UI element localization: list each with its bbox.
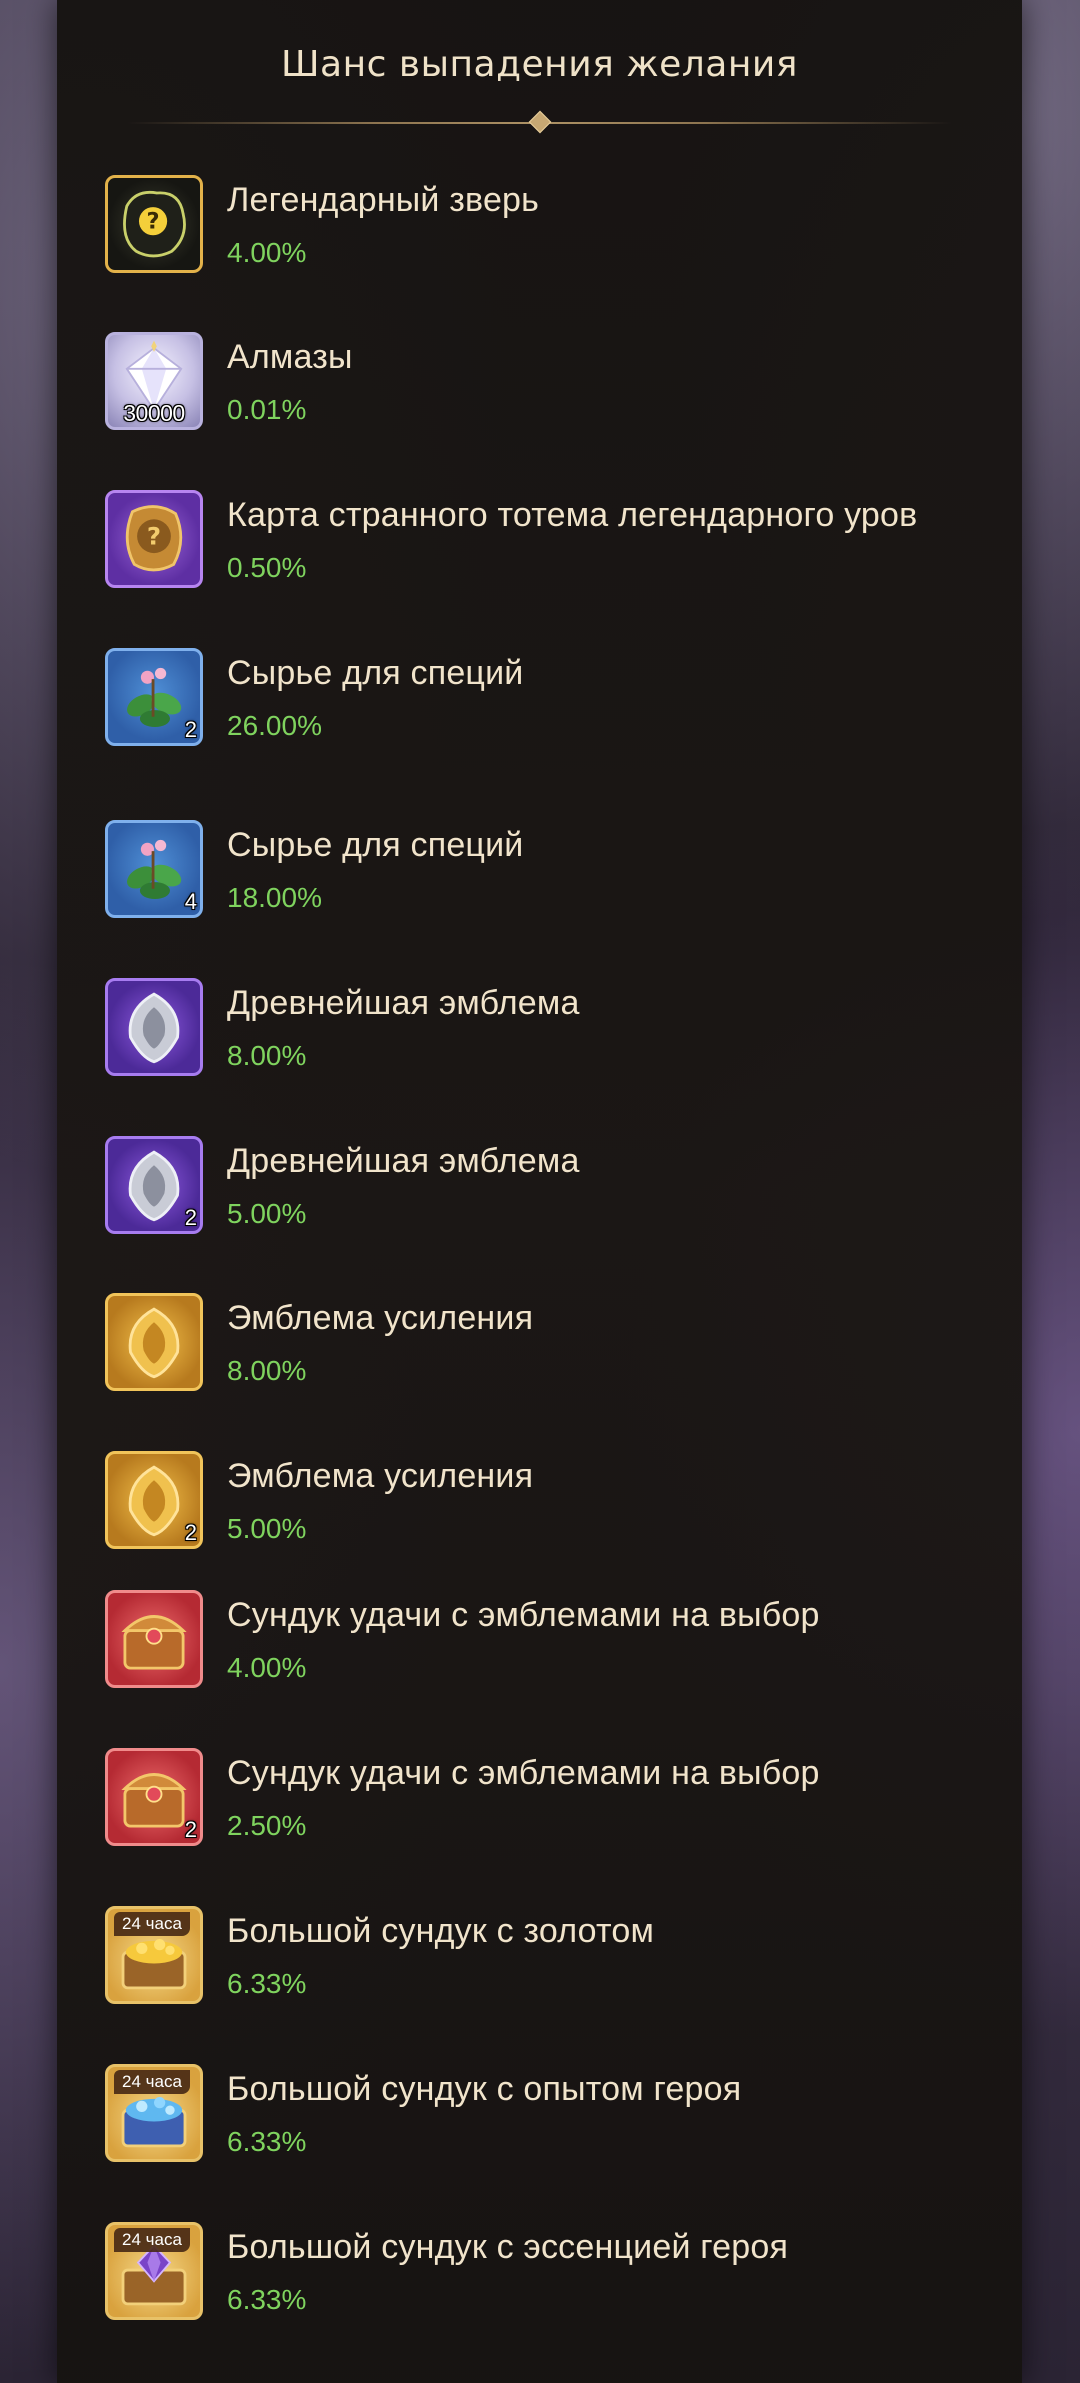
item-chance: 8.00% [227, 1040, 307, 1071]
item-chance: 5.00% [227, 1513, 307, 1544]
list-item[interactable]: ? Карта странного тотема легендарного ур… [105, 490, 1005, 600]
boost-emblem-icon [105, 1293, 203, 1391]
timer-badge: 24 часа [114, 2070, 190, 2094]
item-chance: 8.00% [227, 1355, 307, 1386]
item-chance: 2.50% [227, 1810, 307, 1841]
ancient-emblem-icon [105, 978, 203, 1076]
item-name: Большой сундук с опытом героя [227, 2070, 742, 2108]
hero-essence-chest-icon: 24 часа [105, 2222, 203, 2320]
item-name: Сырье для специй [227, 654, 524, 692]
item-chance: 6.33% [227, 1968, 307, 1999]
item-chance: 26.00% [227, 710, 322, 741]
gold-chest-icon: 24 часа [105, 1906, 203, 2004]
divider-ornament [528, 110, 552, 134]
list-item[interactable]: 2 Древнейшая эмблема 5.00% [105, 1136, 1005, 1246]
list-item[interactable]: 30000 Алмазы 0.01% [105, 332, 1005, 442]
list-item[interactable]: Сундук удачи с эмблемами на выбор 4.00% [105, 1590, 1005, 1700]
item-chance: 5.00% [227, 1198, 307, 1229]
boost-emblem-icon: 2 [105, 1451, 203, 1549]
luck-chest-icon: 2 [105, 1748, 203, 1846]
item-chance: 4.00% [227, 237, 307, 268]
item-name: Карта странного тотема легендарного уров [227, 496, 918, 534]
luck-chest-icon [105, 1590, 203, 1688]
item-name: Древнейшая эмблема [227, 1142, 580, 1180]
item-count: 2 [184, 717, 197, 742]
list-item[interactable]: 24 часа Большой сундук с эссенцией героя… [105, 2222, 1005, 2332]
item-count: 30000 [123, 400, 185, 426]
item-chance: 0.50% [227, 552, 307, 583]
timer-badge: 24 часа [114, 2228, 190, 2252]
mystery-beast-icon: ? [105, 175, 203, 273]
totem-card-icon: ? [105, 490, 203, 588]
panel-title: Шанс выпадения желания [281, 44, 798, 85]
list-item[interactable]: Древнейшая эмблема 8.00% [105, 978, 1005, 1088]
list-item[interactable]: Эмблема усиления 8.00% [105, 1293, 1005, 1403]
item-chance: 0.01% [227, 394, 307, 425]
item-name: Большой сундук с золотом [227, 1912, 655, 1950]
item-name: Древнейшая эмблема [227, 984, 580, 1022]
hero-exp-chest-icon: 24 часа [105, 2064, 203, 2162]
item-count: 2 [184, 1520, 197, 1545]
list-item[interactable]: 2 Эмблема усиления 5.00% [105, 1451, 1005, 1561]
list-item[interactable]: 24 часа Большой сундук с опытом героя 6.… [105, 2064, 1005, 2174]
timer-badge: 24 часа [114, 1912, 190, 1936]
diamond-icon: 30000 [105, 332, 203, 430]
list-item[interactable]: 4 Сырье для специй 18.00% [105, 820, 1005, 930]
item-chance: 6.33% [227, 2284, 307, 2315]
item-name: Сундук удачи с эмблемами на выбор [227, 1754, 820, 1792]
item-name: Большой сундук с эссенцией героя [227, 2228, 789, 2266]
svg-text:?: ? [147, 522, 161, 551]
list-item[interactable]: 24 часа Большой сундук с золотом 6.33% [105, 1906, 1005, 2016]
item-chance: 18.00% [227, 882, 322, 913]
item-name: Легендарный зверь [227, 181, 540, 219]
svg-text:?: ? [147, 209, 160, 235]
item-name: Сырье для специй [227, 826, 524, 864]
item-name: Сундук удачи с эмблемами на выбор [227, 1596, 820, 1634]
herb-icon: 4 [105, 820, 203, 918]
item-chance: 6.33% [227, 2126, 307, 2157]
list-item[interactable]: ? Легендарный зверь 4.00% [105, 175, 1005, 285]
item-count: 2 [184, 1817, 197, 1842]
item-name: Алмазы [227, 338, 353, 376]
item-count: 4 [184, 889, 197, 914]
herb-icon: 2 [105, 648, 203, 746]
item-count: 2 [184, 1205, 197, 1230]
item-name: Эмблема усиления [227, 1457, 534, 1495]
drop-chance-panel: Шанс выпадения желания ? Легендарный зве… [57, 0, 1022, 2383]
item-chance: 4.00% [227, 1652, 307, 1683]
list-item[interactable]: 2 Сундук удачи с эмблемами на выбор 2.50… [105, 1748, 1005, 1858]
ancient-emblem-icon: 2 [105, 1136, 203, 1234]
item-name: Эмблема усиления [227, 1299, 534, 1337]
list-item[interactable]: 2 Сырье для специй 26.00% [105, 648, 1005, 758]
